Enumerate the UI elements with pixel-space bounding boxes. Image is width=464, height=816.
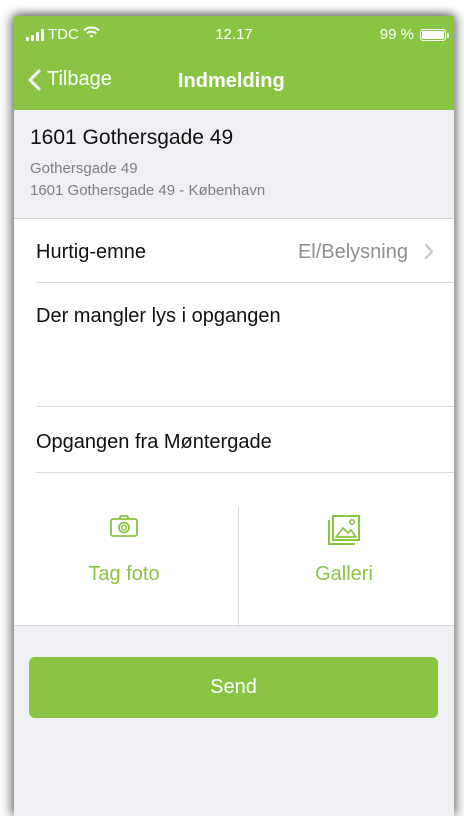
quick-topic-label: Hurtig-emne xyxy=(36,241,147,263)
gallery-icon xyxy=(234,514,454,546)
back-label: Tilbage xyxy=(47,68,112,90)
battery-percent: 99 % xyxy=(379,26,414,43)
media-buttons: Tag foto Galleri xyxy=(14,490,454,627)
address-street: Gothersgade 49 xyxy=(30,160,138,177)
status-bar: TDC 12.17 99 % xyxy=(14,16,454,54)
top-bar: TDC 12.17 99 % Tilbage Indmelding xyxy=(14,16,454,110)
camera-icon xyxy=(14,514,234,538)
page-title: Indmelding xyxy=(178,70,285,92)
quick-topic-value: El/Belysning xyxy=(297,241,408,263)
gallery-label: Galleri xyxy=(315,563,373,585)
chevron-right-icon xyxy=(424,243,434,265)
report-form: Hurtig-emne El/Belysning Der mangler lys… xyxy=(14,219,454,627)
back-button[interactable]: Tilbage xyxy=(28,68,112,91)
take-photo-button[interactable]: Tag foto xyxy=(14,490,234,610)
chevron-left-icon xyxy=(28,69,41,91)
divider xyxy=(36,282,454,283)
address-title: 1601 Gothersgade 49 xyxy=(30,126,234,149)
send-button[interactable]: Send xyxy=(29,657,438,718)
navigation-bar: Tilbage Indmelding xyxy=(14,54,454,110)
divider xyxy=(36,472,454,473)
divider xyxy=(36,406,454,407)
address-header: 1601 Gothersgade 49 Gothersgade 49 1601 … xyxy=(14,110,454,219)
battery-icon xyxy=(420,28,449,41)
location-field[interactable]: Opgangen fra Møntergade xyxy=(36,431,432,463)
phone-screen: TDC 12.17 99 % Tilbage Indmelding 1601 G… xyxy=(14,16,454,816)
take-photo-label: Tag foto xyxy=(88,563,160,585)
description-field[interactable]: Der mangler lys i opgangen xyxy=(36,305,432,405)
address-full: 1601 Gothersgade 49 - København xyxy=(30,182,266,199)
quick-topic-row[interactable]: Hurtig-emne El/Belysning xyxy=(14,219,454,282)
gallery-button[interactable]: Galleri xyxy=(234,490,454,610)
status-right: 99 % xyxy=(379,26,449,43)
